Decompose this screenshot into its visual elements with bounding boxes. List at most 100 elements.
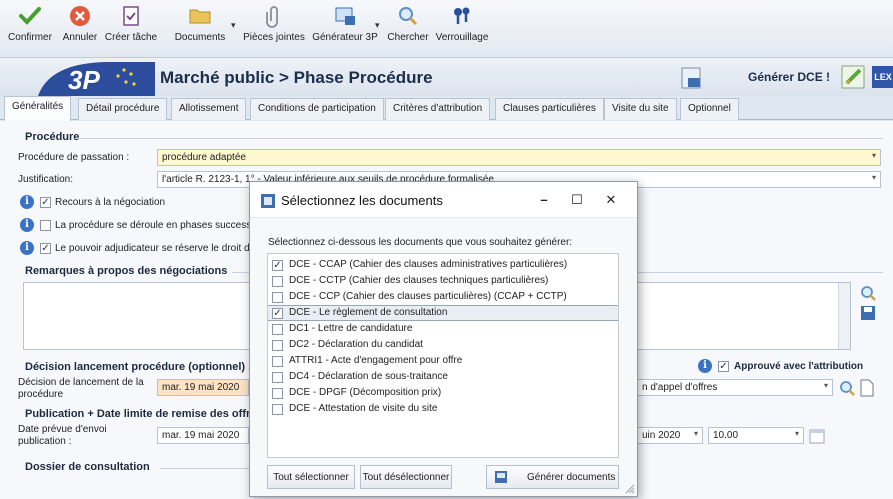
create-task-button[interactable]: Créer tâche (104, 4, 158, 43)
passation-select[interactable]: procédure adaptée ▾ (157, 149, 881, 166)
tab-conditions-participation[interactable]: Conditions de participation (250, 98, 384, 120)
confirm-button[interactable]: Confirmer (4, 4, 56, 43)
info-icon[interactable]: i (20, 218, 34, 232)
save-icon[interactable] (859, 304, 877, 322)
list-item[interactable]: DCE - CCTP (Cahier des clauses technique… (268, 274, 618, 289)
list-item[interactable]: ATTRI1 - Acte d'engagement pour offre (268, 354, 618, 369)
document-checkbox[interactable] (272, 356, 283, 367)
section-divider (75, 138, 883, 139)
lock-button[interactable]: Verrouillage (432, 4, 492, 43)
document-checkbox[interactable] (272, 324, 283, 335)
info-icon[interactable]: i (698, 359, 712, 373)
generator-label: Générateur 3P (312, 32, 378, 43)
resize-grip-icon[interactable] (625, 484, 635, 494)
3p-logo: 3P (38, 62, 155, 96)
document-label: DC4 - Déclaration de sous-traitance (289, 371, 448, 382)
negotiation-label: Recours à la négociation (55, 197, 166, 208)
decision-date-field[interactable]: mar. 19 mai 2020 (157, 379, 249, 396)
documents-dropdown-icon[interactable]: ▾ (231, 20, 236, 31)
scrollbar[interactable] (838, 283, 850, 349)
search-icon[interactable] (859, 284, 877, 302)
search-label: Chercher (387, 32, 429, 43)
list-item[interactable]: DCE - CCP (Cahier des clauses particuliè… (268, 290, 618, 305)
document-label: DC2 - Déclaration du candidat (289, 339, 423, 350)
document-checkbox[interactable] (272, 404, 283, 415)
generator-button[interactable]: Générateur 3P (308, 4, 382, 43)
decision-label: Décision de lancement de la procédure (18, 377, 144, 400)
select-all-button[interactable]: Tout sélectionner (267, 465, 355, 489)
publication-section-title: Publication + Date limite de remise des … (25, 408, 263, 420)
document-checkbox[interactable] (272, 276, 283, 287)
task-icon (123, 6, 139, 26)
document-checkbox[interactable] (272, 372, 283, 383)
deadline-date-field[interactable]: uin 2020 ▾ (637, 427, 703, 444)
appel-offres-select[interactable]: n d'appel d'offres ▾ (637, 379, 833, 396)
list-item[interactable]: ✓ DCE - CCAP (Cahier des clauses adminis… (268, 258, 618, 273)
tab-allotissement[interactable]: Allotissement (171, 98, 247, 120)
document-checkbox[interactable] (272, 340, 283, 351)
page-header: 3P Marché public > Phase Procédure Génér… (0, 58, 893, 96)
reserve-right-checkbox[interactable]: ✓ (40, 243, 51, 254)
info-icon[interactable]: i (20, 241, 34, 255)
select-documents-dialog: Sélectionnez les documents – ☐ ✕ Sélecti… (249, 181, 638, 497)
document-label: ATTRI1 - Acte d'engagement pour offre (289, 355, 463, 366)
approved-checkbox[interactable]: ✓ (718, 361, 729, 372)
deselect-all-button[interactable]: Tout désélectionner (360, 465, 452, 489)
document-icon[interactable] (680, 66, 706, 90)
list-item[interactable]: DC1 - Lettre de candidature (268, 322, 618, 337)
list-item[interactable]: DC4 - Déclaration de sous-traitance (268, 370, 618, 385)
search-icon[interactable] (838, 379, 856, 397)
justification-label: Justification: (18, 174, 74, 185)
info-icon[interactable]: i (20, 195, 34, 209)
confirm-label: Confirmer (8, 32, 52, 43)
dialog-titlebar[interactable]: Sélectionnez les documents – ☐ ✕ (250, 182, 637, 218)
approved-label: Approuvé avec l'attribution (734, 361, 864, 372)
attachments-button[interactable]: Pièces jointes (240, 4, 308, 43)
document-label: DCE - Attestation de visite du site (289, 403, 438, 414)
list-item[interactable]: DCE - DPGF (Décomposition prix) (268, 386, 618, 401)
close-icon[interactable]: ✕ (600, 190, 622, 210)
attachments-label: Pièces jointes (243, 32, 305, 43)
tab-optionnel[interactable]: Optionnel (680, 98, 739, 120)
document-checkbox[interactable] (272, 292, 283, 303)
create-task-label: Créer tâche (104, 32, 158, 43)
documents-button[interactable]: Documents (170, 4, 230, 43)
list-item[interactable]: ✓ DCE - Le règlement de consultation (268, 305, 618, 321)
document-checkbox[interactable]: ✓ (272, 260, 283, 271)
publication-date-field[interactable]: mar. 19 mai 2020 (157, 427, 249, 444)
document-checkbox[interactable] (272, 388, 283, 399)
document-label: DCE - CCAP (Cahier des clauses administr… (289, 259, 568, 270)
negotiation-checkbox[interactable]: ✓ (40, 197, 51, 208)
edit-icon[interactable] (840, 64, 868, 90)
generate-documents-button[interactable]: Générer documents (486, 465, 619, 489)
chevron-down-icon: ▾ (871, 173, 876, 182)
passation-label: Procédure de passation : (18, 152, 130, 163)
generator-icon (335, 7, 355, 25)
generate-dce-label[interactable]: Générer DCE ! (748, 70, 830, 84)
main-toolbar: Confirmer Annuler Créer tâche Documents … (0, 0, 893, 58)
generator-dropdown-icon[interactable]: ▾ (375, 20, 380, 31)
folder-icon (189, 9, 211, 24)
lex-badge[interactable]: LEX (872, 66, 893, 88)
list-item[interactable]: DCE - Attestation de visite du site (268, 402, 618, 417)
calendar-icon[interactable] (808, 427, 826, 445)
list-item[interactable]: DC2 - Déclaration du candidat (268, 338, 618, 353)
document-icon[interactable] (858, 379, 876, 397)
procedure-section-title: Procédure (25, 131, 80, 143)
tab-visite-site[interactable]: Visite du site (604, 98, 677, 120)
successive-phases-checkbox[interactable] (40, 220, 51, 231)
tab-criteres-attribution[interactable]: Critères d'attribution (385, 98, 491, 120)
cancel-button[interactable]: Annuler (58, 4, 102, 43)
tab-generalites[interactable]: Généralités (4, 96, 72, 121)
deadline-time-field[interactable]: 10.00 ▾ (708, 427, 804, 444)
maximize-icon[interactable]: ☐ (566, 190, 588, 210)
tab-detail-procedure[interactable]: Détail procédure (78, 98, 168, 120)
tab-clauses-particulieres[interactable]: Clauses particulières (495, 98, 604, 120)
search-button[interactable]: Chercher (385, 4, 431, 43)
minimize-icon[interactable]: – (533, 190, 555, 210)
document-checkbox[interactable]: ✓ (272, 308, 283, 319)
generate-dce-area: Générer DCE ! LEX (680, 62, 893, 92)
passation-value: procédure adaptée (162, 152, 246, 163)
keys-icon (454, 7, 470, 24)
chevron-down-icon: ▾ (794, 429, 799, 438)
